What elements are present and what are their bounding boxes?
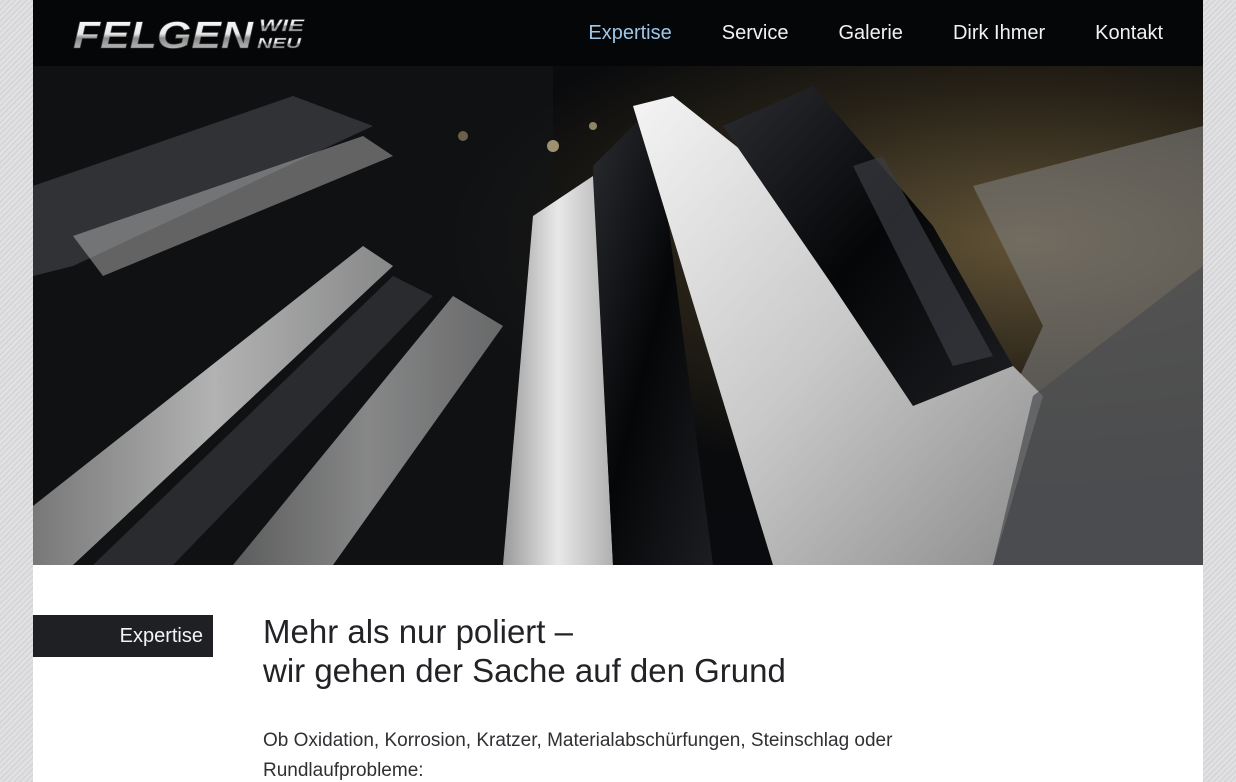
logo-sub-text-top: WIE <box>259 16 305 35</box>
nav-item-service[interactable]: Service <box>722 22 789 45</box>
page: FELGEN WIE NEU Expertise Service Galerie… <box>33 0 1203 782</box>
headline-line-2: wir gehen der Sache auf den Grund <box>263 652 786 689</box>
logo-main-text: FELGEN <box>73 15 255 54</box>
nav-item-expertise[interactable]: Expertise <box>588 22 671 45</box>
site-logo[interactable]: FELGEN WIE NEU <box>71 14 306 58</box>
site-header: FELGEN WIE NEU Expertise Service Galerie… <box>33 0 1203 66</box>
hero-image <box>33 66 1203 565</box>
logo-sub-text-bottom: NEU <box>257 35 303 52</box>
headline-line-1: Mehr als nur poliert – <box>263 613 573 650</box>
main-nav: Expertise Service Galerie Dirk Ihmer Kon… <box>538 0 1163 66</box>
nav-item-galerie[interactable]: Galerie <box>838 22 902 45</box>
wheel-rim-image <box>33 66 1203 565</box>
intro-paragraph: Ob Oxidation, Korrosion, Kratzer, Materi… <box>263 730 893 781</box>
nav-item-dirk-ihmer[interactable]: Dirk Ihmer <box>953 22 1045 45</box>
nav-item-kontakt[interactable]: Kontakt <box>1095 22 1163 45</box>
logo-graphic: FELGEN WIE NEU <box>73 15 305 58</box>
page-headline: Mehr als nur poliert – wir gehen der Sac… <box>263 612 1063 690</box>
section-label: Expertise <box>33 615 213 657</box>
